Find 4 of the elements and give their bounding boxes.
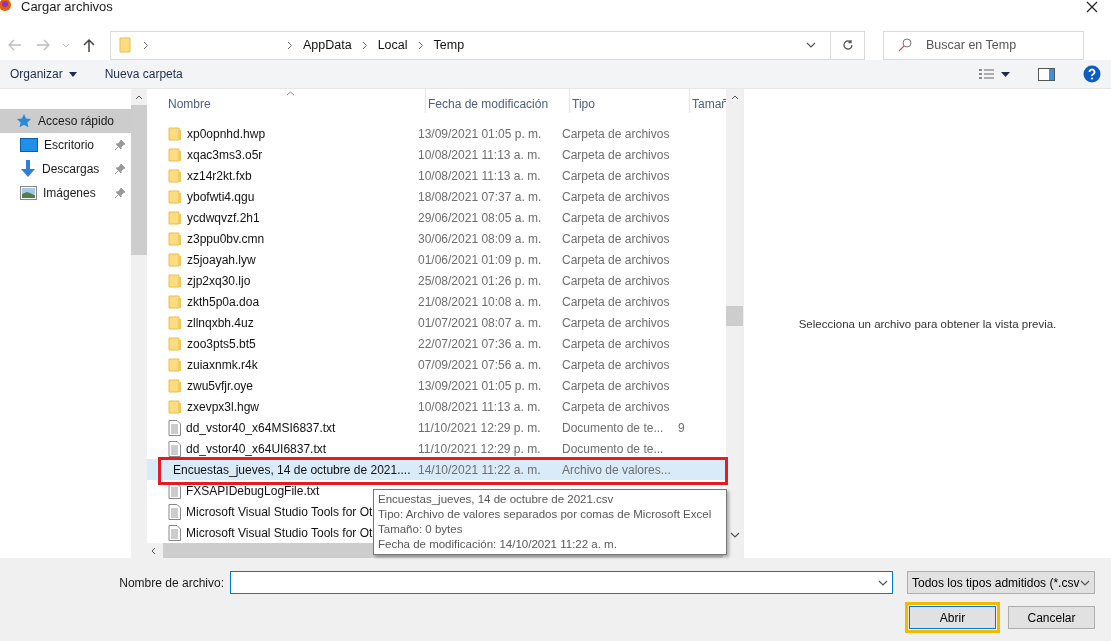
preview-message: Selecciona un archivo para obtener la vista previa. [798, 317, 1057, 330]
file-tooltip: Encuestas_jueves, 14 de octubre de 2021.csv Tipo: Archivo de valores separados por comas de Microsoft Excel Tamaño: 0 bytes Fecha de modificación: 14/10/2021 11:22 a. m. [373, 489, 727, 555]
window-title: Cargar archivos [21, 0, 113, 13]
filename-label: Nombre de archivo: [119, 575, 224, 590]
